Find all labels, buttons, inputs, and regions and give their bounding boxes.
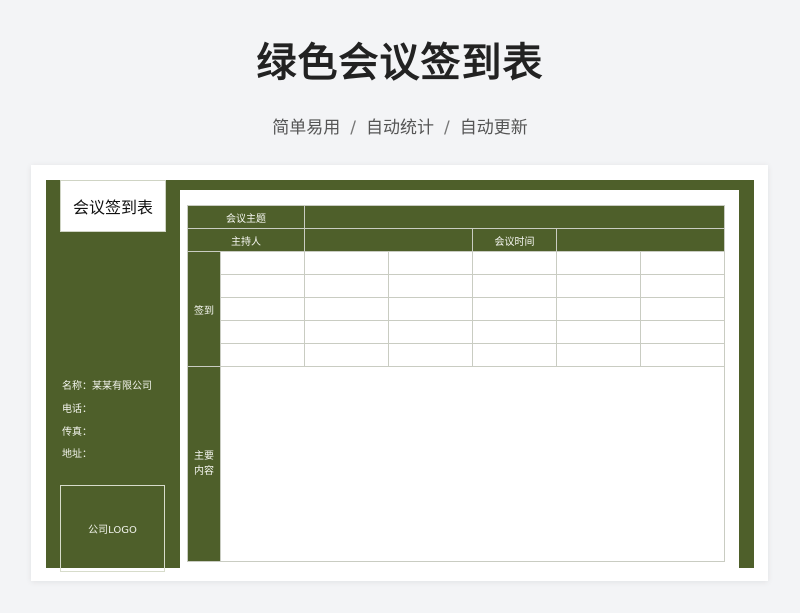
signin-cell[interactable] — [556, 274, 641, 298]
host-value-cell[interactable] — [304, 228, 473, 252]
content-label: 主要 内容 — [187, 366, 221, 562]
signin-row: 签到 — [187, 251, 726, 367]
subtitle-item: 自动统计 — [366, 118, 434, 138]
signin-cell[interactable] — [556, 343, 641, 367]
content-value-cell[interactable] — [219, 366, 726, 562]
content-row: 主要 内容 — [187, 366, 726, 562]
signin-cell[interactable] — [472, 320, 557, 344]
content-label-line: 内容 — [194, 466, 214, 477]
subtitle-item: 简单易用 — [272, 118, 341, 138]
content-label-line: 主要 — [194, 451, 214, 462]
signin-cell[interactable] — [304, 320, 389, 344]
signin-cell[interactable] — [220, 320, 305, 344]
company-name-label: 名称： — [62, 381, 92, 392]
form-panel: 会议主题 主持人 会议时间 签到 主要 内容 — [180, 190, 739, 570]
signin-cell[interactable] — [472, 343, 557, 367]
host-row: 主持人 会议时间 — [187, 228, 726, 252]
sheet-label: 会议签到表 — [60, 180, 166, 232]
signin-cell[interactable] — [220, 251, 305, 275]
signin-row — [188, 320, 726, 344]
company-name-value: 某某有限公司 — [92, 381, 152, 392]
subtitle-item: 自动更新 — [459, 118, 528, 138]
sign-in-sheet: 会议签到表 名称：某某有限公司 电话： 传真： 地址： 公司LOGO 会议主题 … — [46, 180, 754, 572]
topic-row: 会议主题 — [187, 205, 726, 229]
signin-cell[interactable] — [304, 251, 389, 275]
signin-row — [188, 343, 726, 367]
signin-cell[interactable] — [220, 343, 305, 367]
signin-cell[interactable] — [639, 251, 726, 275]
company-name-line: 名称：某某有限公司 — [62, 377, 152, 392]
signin-cell[interactable] — [220, 297, 305, 321]
signin-cell[interactable] — [388, 274, 473, 298]
signin-row — [188, 297, 726, 321]
signin-row — [188, 274, 726, 298]
signin-cell[interactable] — [556, 320, 641, 344]
subtitle-separator: / — [444, 118, 450, 138]
signin-cell[interactable] — [639, 274, 726, 298]
host-label: 主持人 — [187, 228, 305, 252]
signin-cell[interactable] — [388, 320, 473, 344]
page-title: 绿色会议签到表 — [256, 40, 544, 86]
page-subtitle: 简单易用 / 自动统计 / 自动更新 — [0, 113, 800, 138]
signin-cell[interactable] — [304, 297, 389, 321]
topic-label: 会议主题 — [187, 205, 305, 229]
company-phone-label: 电话： — [62, 404, 92, 415]
signin-cell[interactable] — [220, 274, 305, 298]
company-logo-placeholder: 公司LOGO — [60, 485, 165, 572]
signin-cell[interactable] — [304, 343, 389, 367]
signin-cell[interactable] — [556, 251, 641, 275]
subtitle-separator: / — [350, 118, 356, 138]
signin-label: 签到 — [187, 251, 221, 367]
time-value-cell[interactable] — [555, 228, 726, 252]
signin-cell[interactable] — [472, 274, 557, 298]
signin-cell[interactable] — [472, 297, 557, 321]
signin-cell[interactable] — [388, 251, 473, 275]
signin-cell[interactable] — [639, 297, 726, 321]
company-fax-label: 传真： — [62, 427, 92, 438]
signin-cell[interactable] — [639, 320, 726, 344]
sign-in-form-table: 会议主题 主持人 会议时间 签到 主要 内容 — [187, 205, 726, 562]
signin-cell[interactable] — [388, 297, 473, 321]
topic-value-cell[interactable] — [303, 205, 726, 229]
signin-cell[interactable] — [639, 343, 726, 367]
signin-cell[interactable] — [556, 297, 641, 321]
time-label: 会议时间 — [472, 228, 557, 252]
signin-cell[interactable] — [304, 274, 389, 298]
signin-cell[interactable] — [388, 343, 473, 367]
company-address-label: 地址： — [62, 449, 92, 460]
template-preview-card: 会议签到表 名称：某某有限公司 电话： 传真： 地址： 公司LOGO 会议主题 … — [31, 165, 768, 581]
signin-cell[interactable] — [472, 251, 557, 275]
